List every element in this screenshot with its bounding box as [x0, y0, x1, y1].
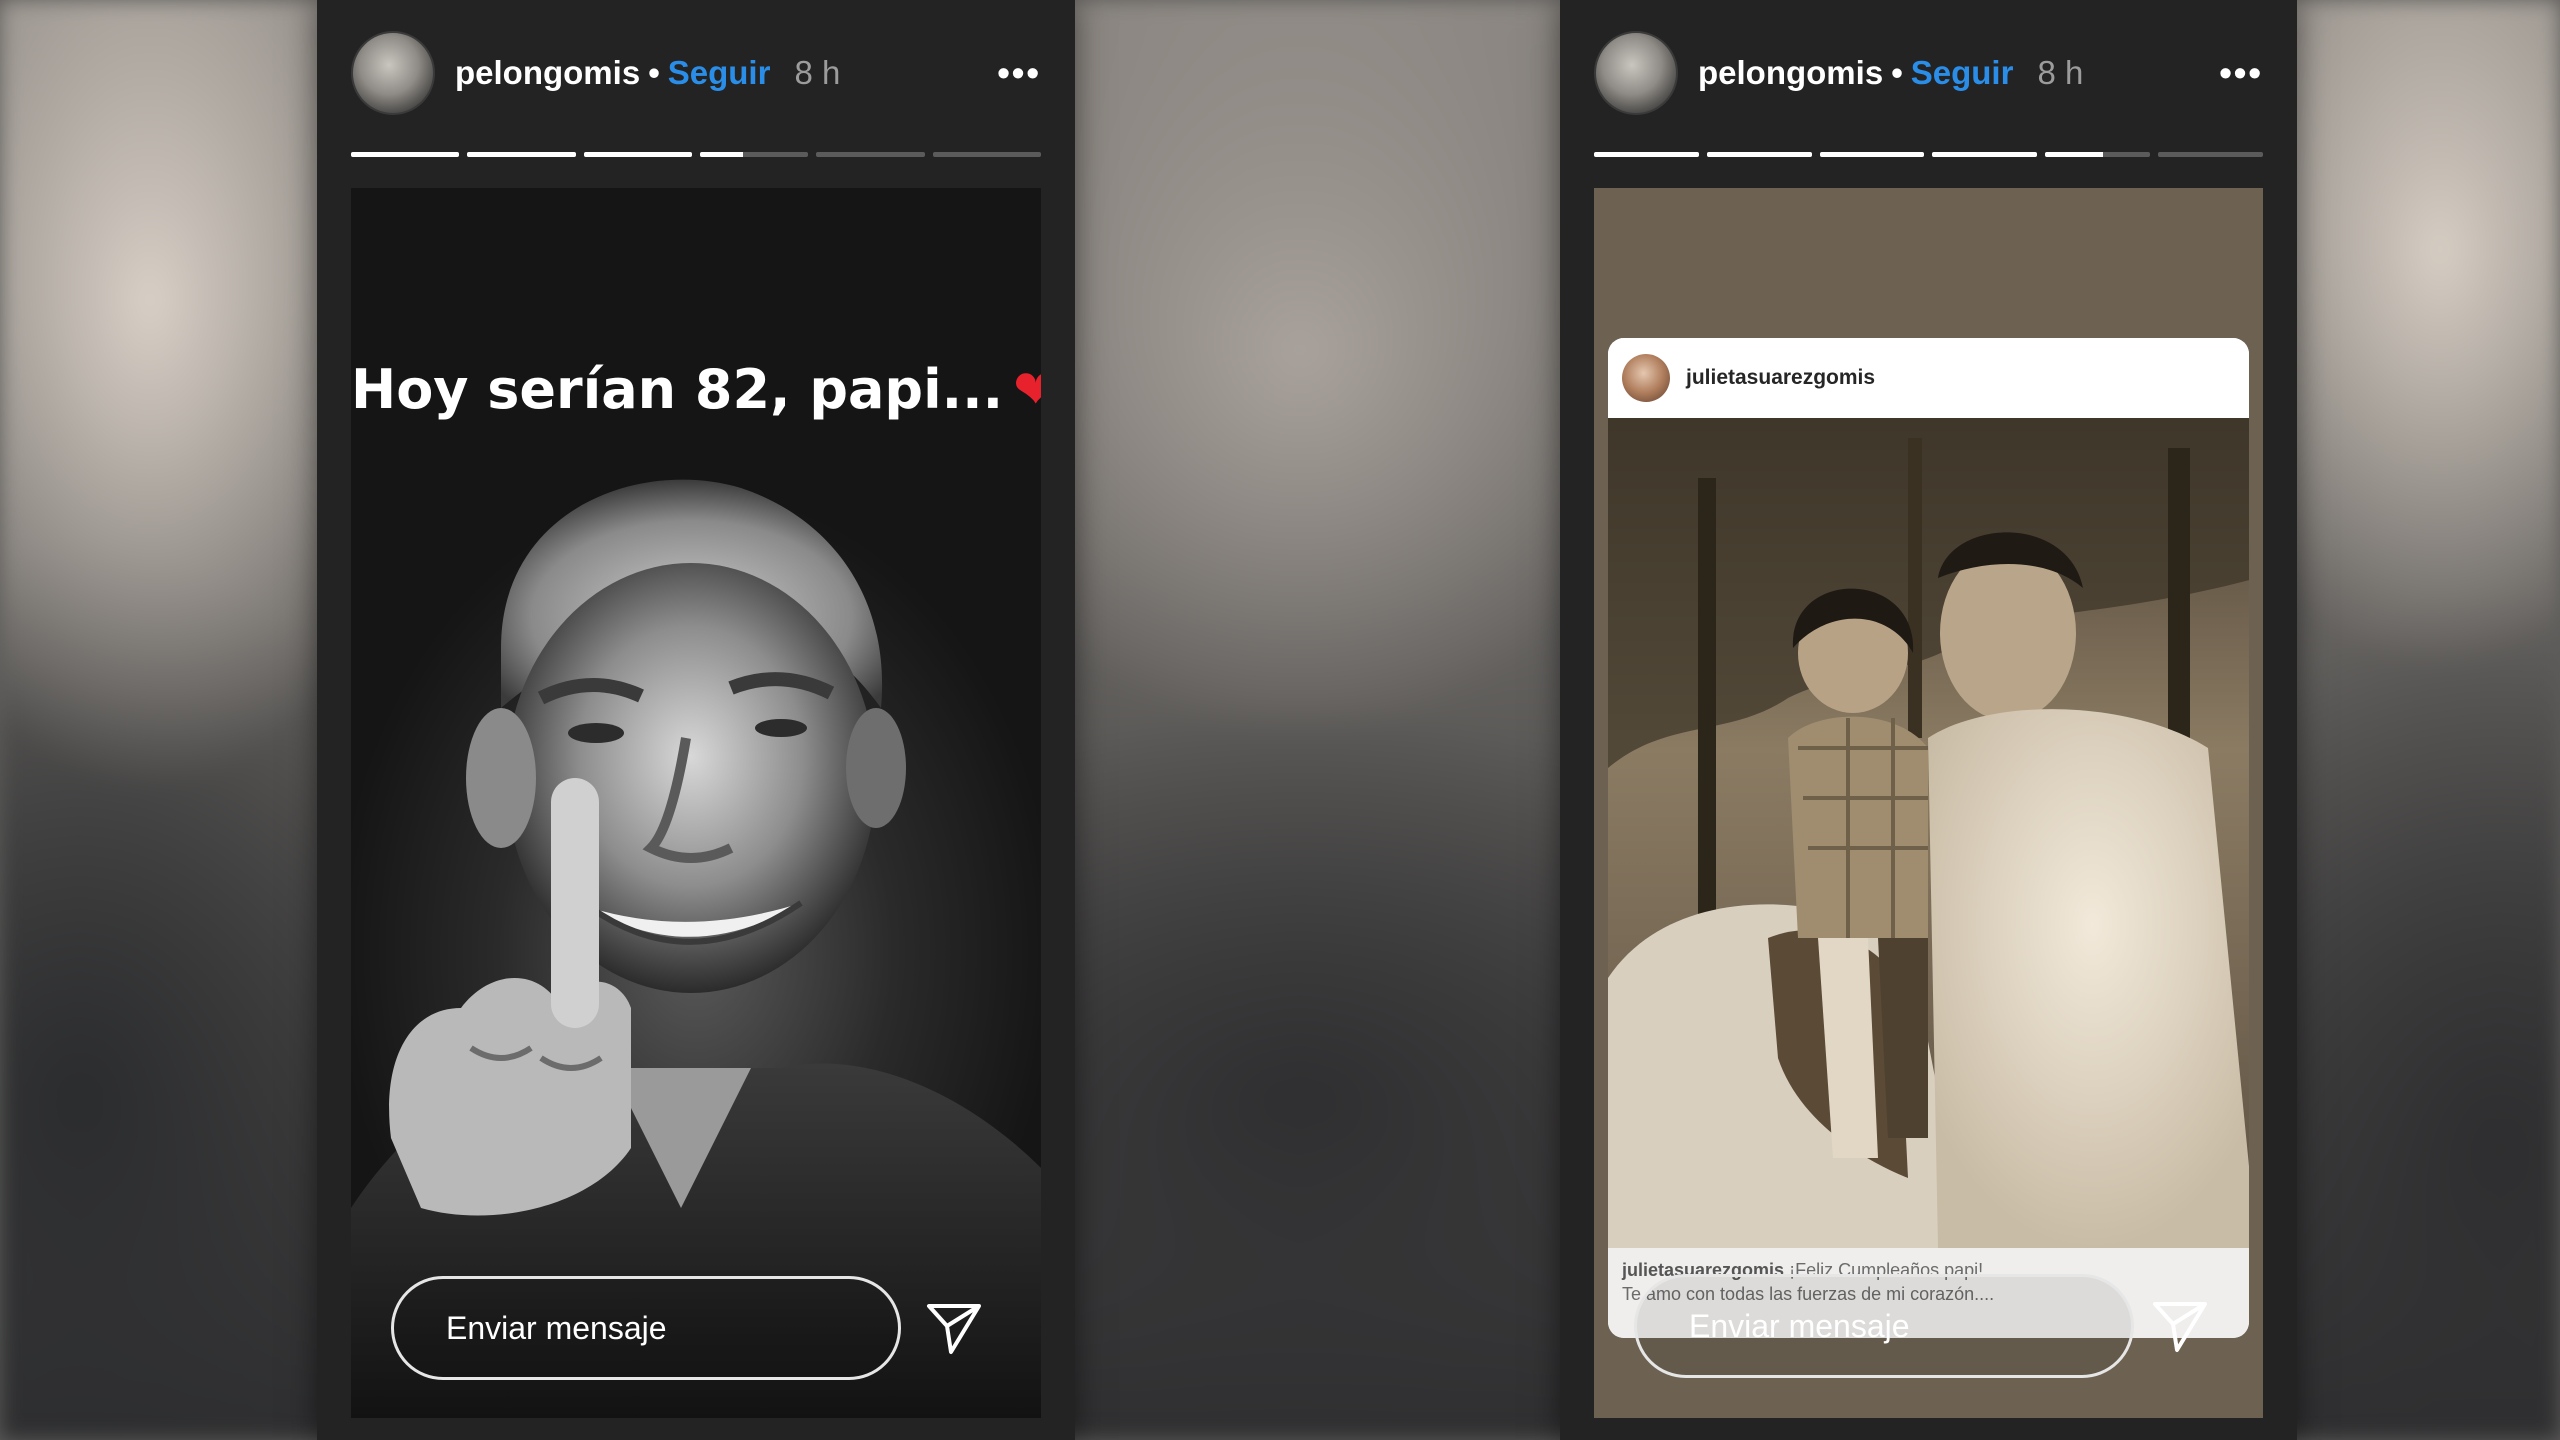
story-panel-left: pelongomis • Seguir 8 h ••• Hoy serían 8… — [317, 0, 1075, 1440]
separator-dot: • — [1891, 54, 1903, 91]
follow-button[interactable]: Seguir — [1911, 54, 2014, 92]
progress-segment — [1932, 152, 2038, 157]
progress-segment — [2158, 152, 2263, 157]
progress-segment — [1819, 152, 1925, 157]
timestamp: 8 h — [2037, 54, 2084, 91]
follow-button[interactable]: Seguir — [668, 54, 771, 92]
post-avatar[interactable] — [1622, 354, 1670, 402]
story-progress-bar — [1594, 152, 2263, 157]
post-username[interactable]: julietasuarezgomis — [1686, 366, 1875, 390]
more-options-icon[interactable]: ••• — [2219, 52, 2263, 94]
more-options-icon[interactable]: ••• — [997, 52, 1041, 94]
story-content[interactable]: julietasuarezgomis julietasuarezgomis ¡F… — [1594, 188, 2263, 1418]
story-header: pelongomis • Seguir 8 h ••• — [351, 28, 1041, 118]
story-progress-bar — [351, 152, 1041, 157]
progress-segment — [2045, 152, 2151, 157]
progress-segment — [932, 152, 1041, 157]
story-content[interactable]: Hoy serían 82, papi... ❤ Enviar mensaje — [351, 188, 1041, 1418]
post-header: julietasuarezgomis — [1608, 338, 2249, 418]
heart-icon: ❤ — [1013, 358, 1041, 421]
progress-segment — [1706, 152, 1812, 157]
caption-text: Hoy serían 82, papi... — [351, 358, 1004, 421]
send-message-input[interactable]: Enviar mensaje — [1634, 1274, 2134, 1378]
story-caption: Hoy serían 82, papi... ❤ — [351, 358, 1041, 421]
progress-segment — [1594, 152, 1699, 157]
separator-dot: • — [648, 54, 660, 91]
portrait-photo — [351, 479, 1041, 1418]
send-icon[interactable] — [2151, 1296, 2209, 1354]
story-header: pelongomis • Seguir 8 h ••• — [1594, 28, 2263, 118]
progress-segment — [699, 152, 809, 157]
progress-segment — [583, 152, 692, 157]
timestamp: 8 h — [794, 54, 841, 91]
story-panel-right: pelongomis • Seguir 8 h ••• julietasuare… — [1560, 0, 2297, 1440]
post-photo — [1608, 418, 2249, 1248]
username[interactable]: pelongomis — [455, 54, 640, 92]
send-message-input[interactable]: Enviar mensaje — [391, 1276, 901, 1380]
progress-segment — [816, 152, 925, 157]
progress-segment — [351, 152, 460, 157]
progress-segment — [467, 152, 576, 157]
username[interactable]: pelongomis — [1698, 54, 1883, 92]
avatar[interactable] — [1594, 31, 1678, 115]
send-icon[interactable] — [925, 1298, 983, 1356]
avatar[interactable] — [351, 31, 435, 115]
shared-post-card[interactable]: julietasuarezgomis julietasuarezgomis ¡F… — [1608, 338, 2249, 1338]
